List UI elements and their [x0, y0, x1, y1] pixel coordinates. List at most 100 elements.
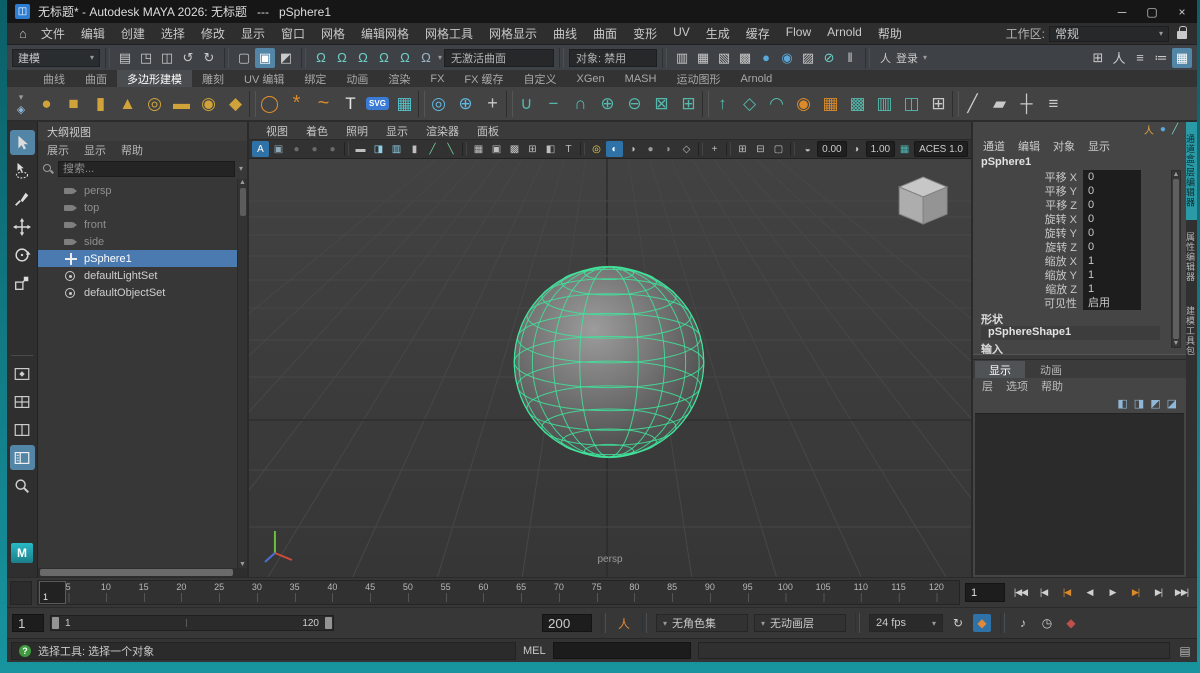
anim-layer-select[interactable]: ▾ 无动画层 [754, 614, 846, 632]
range-slider[interactable]: 1 120 [50, 615, 334, 631]
channel-value-field[interactable]: 启用 [1083, 296, 1141, 310]
render-settings-icon[interactable]: ▩ [735, 48, 755, 68]
menu-item[interactable]: 网格工具 [417, 25, 481, 42]
channel-row[interactable]: 旋转 Y 0 [981, 226, 1186, 240]
outliner-menu-item[interactable]: 展示 [47, 142, 69, 158]
channel-value-field[interactable]: 0 [1083, 170, 1141, 184]
channel-box-toggle[interactable]: ▦ [1172, 48, 1192, 68]
motion-blur-icon[interactable]: ◗ [660, 141, 677, 157]
extract-icon[interactable]: ⊠ [648, 88, 675, 119]
node-name[interactable]: pSphere1 [981, 156, 1186, 170]
chevron-down-icon[interactable]: ▾ [239, 164, 243, 173]
scrollbar-thumb[interactable] [40, 569, 233, 576]
viewport-menu-item[interactable]: 面板 [468, 123, 508, 139]
highlight-selection-icon[interactable]: 人 [1144, 122, 1154, 137]
ipr-render-icon[interactable]: ▧ [714, 48, 734, 68]
step-back-key-button[interactable]: |◀ [1056, 583, 1077, 603]
lighting-icon[interactable]: ◎ [588, 141, 605, 157]
layer-menu-item[interactable]: 层 [982, 378, 993, 394]
boolean-union-icon[interactable]: ∪ [513, 88, 540, 119]
crease-tool-icon[interactable]: ≡ [1040, 88, 1067, 119]
shelf-tab[interactable]: FX 缓存 [454, 70, 513, 88]
mute-sound-icon[interactable]: ♪ [1014, 614, 1032, 632]
viewport-canvas[interactable]: persp [249, 159, 971, 577]
scroll-up-icon[interactable]: ▲ [1173, 171, 1180, 178]
animation-end-field[interactable] [542, 614, 592, 632]
step-forward-frame-button[interactable]: ▶| [1148, 583, 1169, 603]
sidebar-tab[interactable]: 建模工具包 [1186, 294, 1197, 368]
select-component-icon[interactable]: ◩ [276, 48, 296, 68]
go-to-start-button[interactable]: |◀◀ [1010, 583, 1031, 603]
layout-four-pane-button[interactable] [10, 389, 35, 414]
sidebar-tab[interactable]: 属性编辑器 [1186, 220, 1197, 294]
animation-start-field[interactable] [12, 614, 44, 632]
shelf-icon[interactable] [249, 91, 256, 117]
fps-select[interactable]: 24 fps ▾ [869, 614, 943, 632]
shelf-tab[interactable]: 运动图形 [666, 70, 730, 88]
layer-list[interactable] [975, 413, 1184, 575]
channel-row[interactable]: 旋转 X 0 [981, 212, 1186, 226]
scrollbar-thumb[interactable] [240, 188, 246, 216]
channel-box-menu-item[interactable]: 显示 [1088, 138, 1110, 154]
script-editor-icon[interactable]: ▤ [1177, 643, 1193, 659]
menu-item[interactable]: 选择 [153, 25, 193, 42]
channel-value-field[interactable]: 1 [1083, 282, 1141, 296]
current-time-indicator[interactable]: 1 [39, 581, 66, 604]
camera-attributes-icon[interactable]: ▬ [352, 141, 369, 157]
step-back-frame-button[interactable]: |◀ [1033, 583, 1054, 603]
poly-torus-icon[interactable]: ◎ [141, 88, 168, 119]
textured-icon[interactable]: ▩ [506, 141, 523, 157]
viewport-icon[interactable] [698, 142, 703, 156]
channel-value-field[interactable]: 1 [1083, 254, 1141, 268]
type-tool-icon[interactable]: T [337, 88, 364, 119]
lasso-tool[interactable] [10, 158, 35, 183]
open-scene-icon[interactable]: ◳ [136, 48, 156, 68]
psphere-object[interactable] [514, 266, 703, 457]
channel-value-field[interactable]: 0 [1083, 198, 1141, 212]
extrude-icon[interactable]: ↑ [709, 88, 736, 119]
separate-icon[interactable]: ⊖ [621, 88, 648, 119]
set-key-icon[interactable]: ◆ [1062, 614, 1080, 632]
poly-cone-icon[interactable]: ▲ [114, 88, 141, 119]
step-forward-key-button[interactable]: ▶| [1125, 583, 1146, 603]
poly-platonic-icon[interactable]: ◆ [222, 88, 249, 119]
viewport-menu-item[interactable]: 渲染器 [417, 123, 468, 139]
layer-menu-item[interactable]: 帮助 [1041, 378, 1063, 394]
menu-item[interactable]: 曲面 [585, 25, 625, 42]
safe-action-icon[interactable]: ╱ [424, 141, 441, 157]
xray-joints-icon[interactable]: ◑ [624, 141, 641, 157]
rotate-tool[interactable] [10, 242, 35, 267]
paint-select-tool[interactable] [10, 186, 35, 211]
duplicate-face-icon[interactable]: ⊞ [675, 88, 702, 119]
menu-item[interactable]: 缓存 [738, 25, 778, 42]
ambient-occlusion-icon[interactable]: ● [642, 141, 659, 157]
measure-tool-icon[interactable]: ⊕ [452, 88, 479, 119]
shaded-icon[interactable]: ▣ [488, 141, 505, 157]
viewport-menu-item[interactable]: 视图 [257, 123, 297, 139]
menu-item[interactable]: Arnold [819, 25, 870, 42]
new-scene-icon[interactable]: ▤ [115, 48, 135, 68]
anti-alias-icon[interactable]: ◇ [678, 141, 695, 157]
outliner-item[interactable]: top [38, 199, 247, 216]
shelf-tab[interactable]: 多边形建模 [117, 70, 192, 88]
modeling-toolkit-toggle[interactable]: ⊞ [1088, 48, 1108, 68]
bevel-icon[interactable]: ◇ [736, 88, 763, 119]
camera-select-icon[interactable]: A [252, 141, 269, 157]
channel-list[interactable]: pSphere1 平移 X 0 平移 Y 0 [973, 154, 1186, 354]
undo-icon[interactable]: ↺ [178, 48, 198, 68]
shelf-menu-icon[interactable]: ◈ [17, 103, 25, 116]
select-tool[interactable] [10, 130, 35, 155]
scale-tool[interactable] [10, 270, 35, 295]
shelf-tab[interactable]: 动画 [336, 70, 378, 88]
layer-editor-tab[interactable]: 动画 [1026, 361, 1076, 378]
viewport-icon[interactable] [790, 142, 795, 156]
shelf-tab[interactable]: 曲线 [33, 70, 75, 88]
viewport-menu-item[interactable]: 着色 [297, 123, 337, 139]
viewport-menu-item[interactable]: 照明 [337, 123, 377, 139]
edit-icon[interactable]: ╱ [1172, 124, 1178, 135]
xray-icon[interactable]: ◐ [606, 141, 623, 157]
reduce-icon[interactable]: ▥ [871, 88, 898, 119]
menu-item[interactable]: UV [665, 25, 698, 42]
channel-value-field[interactable]: 1 [1083, 268, 1141, 282]
close-button[interactable]: × [1167, 0, 1197, 23]
